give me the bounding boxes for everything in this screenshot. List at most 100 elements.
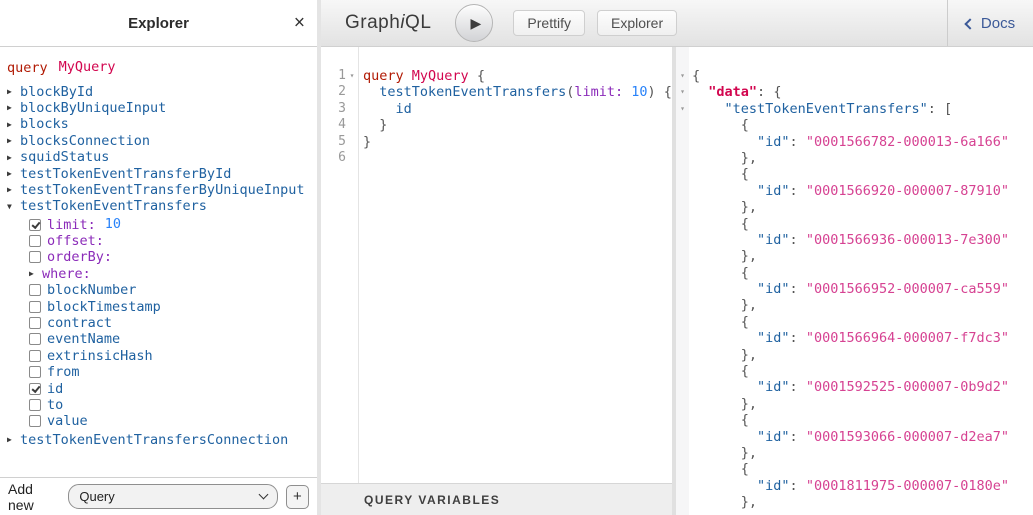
- checkbox-unchecked-icon[interactable]: [29, 317, 41, 329]
- json-punctuation: {: [692, 363, 749, 379]
- checkbox-unchecked-icon[interactable]: [29, 366, 41, 378]
- add-new-label: Add new: [8, 481, 60, 513]
- explorer-field-row[interactable]: ▶ testTokenEventTransfersConnection: [7, 432, 317, 448]
- explorer-field-row[interactable]: ▶ testTokenEventTransferById: [7, 165, 317, 181]
- json-punctuation: :: [790, 330, 806, 346]
- fold-arrow-icon[interactable]: ▾: [346, 68, 358, 84]
- checkbox-unchecked-icon[interactable]: [29, 251, 41, 263]
- field-row[interactable]: eventName: [7, 331, 317, 347]
- fold-arrow-icon[interactable]: ▾: [676, 84, 689, 100]
- field-row[interactable]: to: [7, 397, 317, 413]
- arg-row-where[interactable]: ▶ where:: [7, 266, 317, 282]
- explorer-panel: Explorer × query MyQuery ▶ blockById ▶ b…: [0, 0, 321, 515]
- arg-row-orderby[interactable]: orderBy:: [7, 249, 317, 265]
- explorer-field-row[interactable]: ▶ blocksConnection: [7, 133, 317, 149]
- json-punctuation: :: [790, 232, 806, 248]
- field-row[interactable]: value: [7, 413, 317, 429]
- checkbox-unchecked-icon[interactable]: [29, 235, 41, 247]
- field-label: squidStatus: [20, 149, 109, 165]
- limit-value-input[interactable]: 10: [100, 217, 126, 233]
- fold-arrow-icon[interactable]: ▾: [676, 68, 689, 84]
- explorer-toggle-button[interactable]: Explorer: [597, 10, 677, 36]
- collapse-arrow-icon[interactable]: ▶: [7, 185, 20, 194]
- field-row[interactable]: from: [7, 364, 317, 380]
- arg-label: where:: [42, 266, 91, 282]
- json-indent: [692, 429, 757, 445]
- fold-gutter: [346, 150, 358, 166]
- json-indent: [692, 281, 757, 297]
- code-token: testTokenEventTransfers: [379, 84, 566, 100]
- docs-label: Docs: [981, 15, 1015, 32]
- add-operation-button[interactable]: +: [286, 485, 309, 509]
- checkbox-checked-icon[interactable]: [29, 383, 41, 395]
- json-key: "id": [757, 281, 790, 297]
- query-name-input[interactable]: MyQuery: [57, 60, 118, 76]
- field-row[interactable]: blockNumber: [7, 282, 317, 298]
- result-line: {: [676, 314, 1033, 330]
- field-label: blocksConnection: [20, 133, 150, 149]
- checkbox-unchecked-icon[interactable]: [29, 284, 41, 296]
- collapse-arrow-icon[interactable]: ▶: [7, 169, 20, 178]
- json-string-value: "0001566964-000007-f7dc3": [806, 330, 1009, 346]
- json-key: "id": [757, 134, 790, 150]
- fold-arrow-icon[interactable]: ▾: [676, 101, 689, 117]
- json-punctuation: :: [790, 183, 806, 199]
- explorer-field-row-expanded[interactable]: ▼ testTokenEventTransfers: [7, 198, 317, 214]
- explorer-field-row[interactable]: ▶ squidStatus: [7, 149, 317, 165]
- add-new-type-select[interactable]: Query: [68, 484, 278, 509]
- fold-gutter: [346, 84, 358, 100]
- code-token: [363, 101, 396, 117]
- checkbox-unchecked-icon[interactable]: [29, 333, 41, 345]
- checkbox-unchecked-icon[interactable]: [29, 415, 41, 427]
- query-editor[interactable]: 1 ▾ query MyQuery { 2 testTokenEventTran…: [321, 47, 672, 483]
- json-indent: [692, 101, 725, 117]
- chevron-left-icon: [964, 18, 975, 29]
- json-punctuation: :: [790, 429, 806, 445]
- explorer-field-row[interactable]: ▶ blockById: [7, 83, 317, 99]
- collapse-arrow-icon[interactable]: ▶: [7, 120, 20, 129]
- explorer-field-row[interactable]: ▶ blockByUniqueInput: [7, 100, 317, 116]
- explorer-field-row[interactable]: ▶ testTokenEventTransferByUniqueInput: [7, 182, 317, 198]
- field-row-id[interactable]: id: [7, 380, 317, 396]
- collapse-arrow-icon[interactable]: ▶: [7, 435, 20, 444]
- checkbox-checked-icon[interactable]: [29, 219, 41, 231]
- checkbox-unchecked-icon[interactable]: [29, 399, 41, 411]
- field-label: id: [47, 381, 63, 397]
- arg-row-offset[interactable]: offset:: [7, 233, 317, 249]
- result-line: },: [676, 396, 1033, 412]
- explorer-panel-header: Explorer ×: [0, 0, 317, 47]
- close-icon[interactable]: ×: [294, 14, 305, 33]
- checkbox-unchecked-icon[interactable]: [29, 350, 41, 362]
- transfer-id: 0001811975-000007-0180e: [814, 478, 1001, 494]
- docs-toggle-button[interactable]: Docs: [948, 0, 1033, 46]
- prettify-button[interactable]: Prettify: [513, 10, 585, 36]
- fold-gutter: [346, 101, 358, 117]
- query-variables-title: QUERY VARIABLES: [364, 493, 500, 507]
- result-line: },: [676, 199, 1033, 215]
- explorer-field-row[interactable]: ▶ blocks: [7, 116, 317, 132]
- result-line: {: [676, 265, 1033, 281]
- collapse-arrow-icon[interactable]: ▶: [29, 269, 42, 278]
- json-key: "id": [757, 429, 790, 445]
- expand-arrow-icon[interactable]: ▼: [7, 202, 20, 211]
- code-token: limit:: [574, 84, 623, 100]
- checkbox-unchecked-icon[interactable]: [29, 301, 41, 313]
- json-string-value: "0001593066-000007-d2ea7": [806, 429, 1009, 445]
- result-line: ▾ "data": {: [676, 84, 1033, 100]
- field-row[interactable]: blockTimestamp: [7, 298, 317, 314]
- collapse-arrow-icon[interactable]: ▶: [7, 103, 20, 112]
- field-label: blockByUniqueInput: [20, 100, 166, 116]
- field-row[interactable]: extrinsicHash: [7, 348, 317, 364]
- field-label: extrinsicHash: [47, 348, 153, 364]
- field-label: testTokenEventTransferByUniqueInput: [20, 182, 304, 198]
- json-string-value: "0001566920-000007-87910": [806, 183, 1009, 199]
- arg-row-limit[interactable]: limit: 10: [7, 217, 317, 233]
- arg-label: offset:: [47, 233, 104, 249]
- collapse-arrow-icon[interactable]: ▶: [7, 153, 20, 162]
- field-row[interactable]: contract: [7, 315, 317, 331]
- collapse-arrow-icon[interactable]: ▶: [7, 136, 20, 145]
- execute-button[interactable]: ▶: [455, 4, 493, 42]
- query-variables-bar[interactable]: QUERY VARIABLES: [321, 483, 672, 515]
- result-line: },: [676, 150, 1033, 166]
- collapse-arrow-icon[interactable]: ▶: [7, 87, 20, 96]
